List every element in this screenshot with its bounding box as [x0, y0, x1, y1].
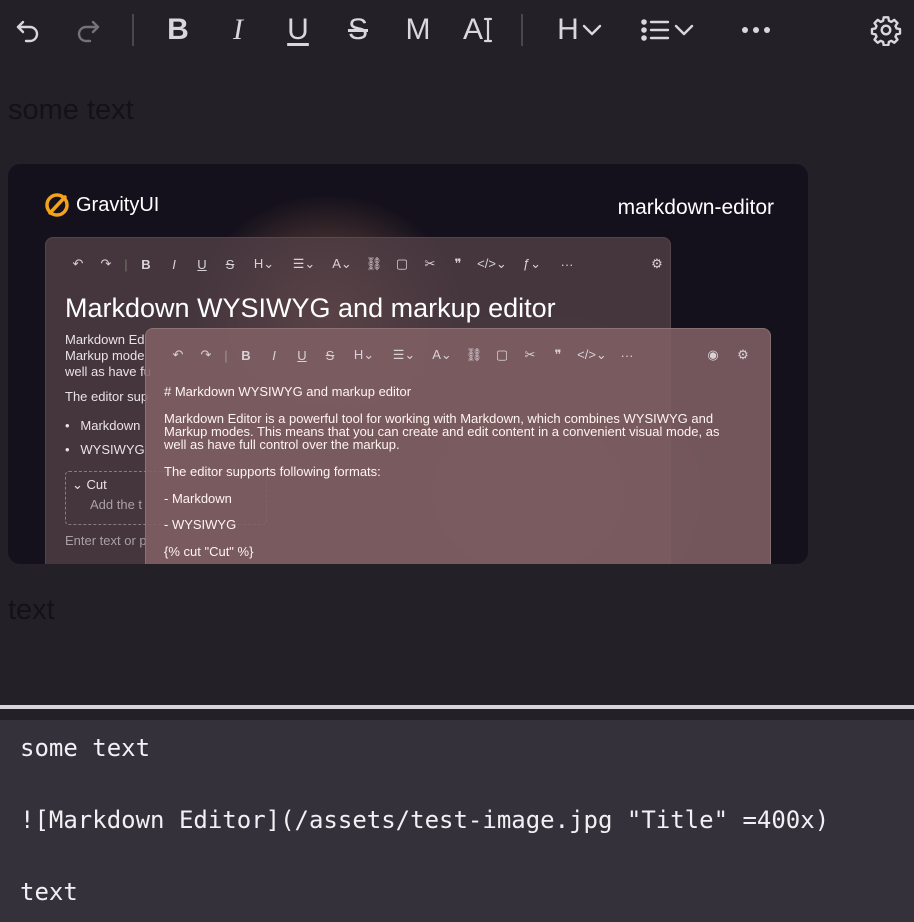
markup-window-preview: ↶ ↷ | B I U S H⌄ ☰⌄ A⌄ ⛓ ▢ ✂ ❞ </>⌄ ··· …: [145, 328, 771, 564]
note-icon: ▢: [395, 256, 409, 271]
preview-bullet: • Markdown: [65, 418, 141, 433]
toolbar-separator: |: [224, 347, 228, 363]
italic-icon: I: [172, 256, 176, 272]
text-marker-button[interactable]: A: [458, 10, 498, 50]
markup-text: well as have full control over the marku…: [164, 437, 400, 452]
code-icon: </>⌄: [477, 256, 507, 271]
list-dropdown[interactable]: [636, 10, 700, 50]
bold-button[interactable]: B: [158, 10, 198, 50]
italic-icon: I: [272, 347, 276, 363]
editor-toolbar: B I U S M A H: [0, 0, 914, 60]
underline-icon: U: [287, 13, 309, 46]
toolbar-separator: [132, 14, 134, 46]
list-icon: ☰⌄: [292, 256, 316, 271]
settings-icon: ⚙: [651, 256, 663, 271]
preview-text: well as have fu: [65, 364, 151, 379]
quote-icon: ❞: [554, 347, 562, 362]
preview-text: Markdown Ed: [65, 332, 145, 347]
cut-hint: Add the t: [90, 497, 143, 512]
preview-title: Markdown WYSIWYG and markup editor: [65, 293, 556, 323]
underline-button[interactable]: U: [278, 10, 318, 50]
markup-text: {% cut "Cut" %}: [164, 544, 254, 559]
chevron-down-icon: ⌄: [72, 477, 83, 492]
heading-icon: H⌄: [353, 347, 375, 362]
strikethrough-icon: S: [225, 256, 235, 272]
strikethrough-button[interactable]: S: [338, 10, 378, 50]
text-color-icon: A⌄: [432, 347, 452, 362]
code-icon: </>⌄: [577, 347, 607, 362]
pane-divider[interactable]: [0, 705, 914, 709]
heading-icon: H⌄: [253, 256, 275, 271]
gravity-ui-logo: GravityUI: [44, 192, 159, 218]
bold-icon: B: [167, 13, 189, 46]
bold-icon: B: [141, 256, 151, 272]
chevron-down-icon: [674, 24, 694, 36]
scissors-icon: ✂: [524, 347, 536, 362]
markup-text: # Markdown WYSIWYG and markup editor: [164, 384, 412, 399]
text-color-icon: A: [462, 13, 483, 46]
toolbar-separator: [521, 14, 523, 46]
source-line[interactable]: ![Markdown Editor](/assets/test-image.jp…: [20, 806, 829, 834]
settings-icon: ⚙: [737, 347, 749, 362]
scissors-icon: ✂: [424, 256, 436, 271]
heading-icon: H: [557, 13, 579, 46]
italic-icon: I: [233, 13, 243, 46]
strikethrough-icon: S: [347, 13, 368, 46]
preview-text: Markup mode: [65, 348, 145, 363]
bold-icon: B: [241, 347, 251, 363]
content-paragraph[interactable]: some text: [8, 94, 134, 127]
more-icon: [742, 27, 770, 33]
preview-bullet: • WYSIWYG: [65, 442, 145, 457]
redo-icon: ↷: [100, 256, 112, 271]
link-icon: ⛓: [365, 256, 383, 271]
settings-icon: [870, 16, 902, 46]
redo-icon: ↷: [200, 347, 212, 362]
undo-icon: ↶: [172, 347, 184, 362]
cut-label: Cut: [86, 477, 107, 492]
undo-icon: ↶: [72, 256, 84, 271]
chevron-down-icon: [582, 24, 602, 36]
heading-dropdown[interactable]: H: [550, 10, 612, 50]
underline-icon: U: [197, 256, 207, 272]
more-button[interactable]: [734, 10, 778, 50]
more-icon: ···: [560, 256, 574, 272]
markup-text: The editor supports following formats:: [164, 464, 381, 479]
eye-icon: ◉: [707, 347, 719, 362]
mono-button[interactable]: M: [398, 10, 438, 50]
undo-icon[interactable]: [8, 10, 48, 50]
markup-source-pane[interactable]: some text ![Markdown Editor](/assets/tes…: [0, 720, 914, 922]
strikethrough-icon: S: [325, 347, 335, 363]
mini-toolbar: ↶ ↷ | B I U S H⌄ ☰⌄ A⌄ ⛓ ▢ ✂ ❞ </>⌄ ··· …: [164, 347, 758, 363]
content-paragraph[interactable]: text: [8, 594, 55, 627]
underline-icon: U: [297, 347, 307, 363]
text-color-icon: A⌄: [332, 256, 352, 271]
list-icon: ☰⌄: [392, 347, 416, 362]
quote-icon: ❞: [454, 256, 462, 271]
mini-toolbar: ↶ ↷ | B I U S H⌄ ☰⌄ A⌄ ⛓ ▢ ✂ ❞ </>⌄ ƒ⌄ ·…: [64, 256, 672, 272]
italic-button[interactable]: I: [218, 10, 258, 50]
note-icon: ▢: [495, 347, 509, 362]
brand-name: GravityUI: [76, 193, 160, 216]
markup-text: - Markdown: [164, 491, 232, 506]
settings-button[interactable]: [864, 10, 908, 50]
more-icon: ···: [620, 347, 634, 363]
preview-text: The editor sup: [65, 389, 149, 404]
markup-text: - WYSIWYG: [164, 517, 237, 532]
list-icon: [641, 19, 670, 41]
mono-icon: M: [405, 13, 431, 46]
redo-icon[interactable]: [68, 10, 108, 50]
preview-placeholder: Enter text or p: [65, 533, 147, 548]
gravity-logo-icon: [45, 193, 69, 217]
link-icon: ⛓: [465, 347, 483, 362]
embedded-image[interactable]: GravityUI markdown-editor ↶ ↷ | B I U S …: [8, 164, 808, 564]
toolbar-separator: |: [124, 256, 128, 272]
source-line[interactable]: text: [20, 878, 78, 906]
source-line[interactable]: some text: [20, 734, 150, 762]
product-name: markdown-editor: [617, 196, 774, 219]
math-icon: ƒ⌄: [522, 256, 542, 271]
